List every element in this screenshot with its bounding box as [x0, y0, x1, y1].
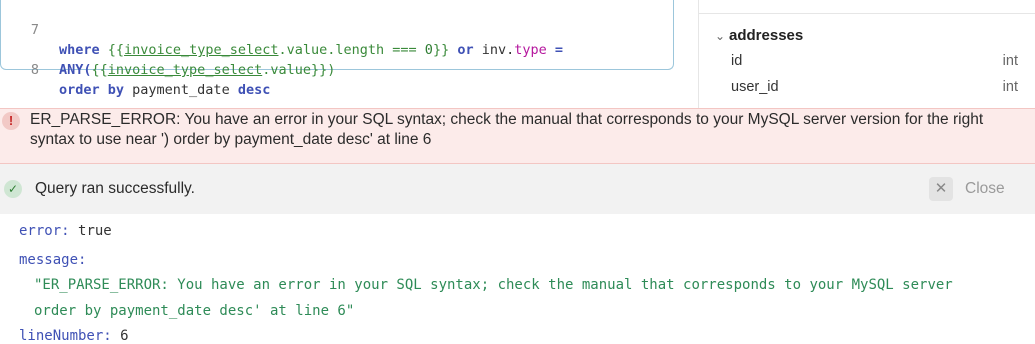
result-key: message:	[19, 252, 87, 268]
template-close: }})	[311, 62, 336, 78]
code-line-8: 8 order by payment_date desc	[1, 40, 270, 98]
template-open: {{	[107, 42, 125, 58]
column-type: int	[1002, 79, 1018, 95]
result-value: true	[78, 223, 112, 239]
identifier: type	[514, 42, 547, 58]
result-line-error: error: true	[19, 223, 112, 239]
number-literal: 0	[424, 42, 433, 58]
close-button[interactable]: Close	[965, 180, 1005, 198]
template-property: .value	[262, 62, 311, 78]
keyword: where	[59, 42, 100, 58]
check-circle-icon: ✓	[4, 180, 22, 198]
result-value: 6	[120, 328, 129, 344]
divider	[699, 13, 1035, 14]
result-string: "ER_PARSE_ERROR: You have an error in yo…	[34, 277, 953, 293]
sql-editor[interactable]: 7 where {{invoice_type_select.value.leng…	[0, 0, 674, 98]
error-banner: ! ER_PARSE_ERROR: You have an error in y…	[0, 108, 1035, 164]
table-name: addresses	[729, 27, 804, 44]
identifier: payment_date	[124, 82, 238, 98]
result-key: error:	[19, 223, 70, 239]
keyword: ANY(	[59, 62, 92, 78]
error-message: ER_PARSE_ERROR: You have an error in you…	[30, 111, 984, 148]
keyword: order by	[59, 82, 125, 98]
operator: =	[546, 42, 564, 58]
template-variable: invoice_type_select	[124, 42, 279, 58]
result-line-linenumber: lineNumber: 6	[19, 328, 129, 344]
error-icon: !	[2, 112, 20, 130]
result-key: lineNumber:	[19, 328, 112, 344]
close-icon[interactable]: ✕	[929, 177, 953, 201]
success-message: Query ran successfully.	[35, 180, 195, 197]
template-close: }}	[432, 42, 450, 58]
keyword: desc	[237, 82, 271, 98]
template-property: .value.length	[278, 42, 385, 58]
schema-panel: ⌄ addresses id int user_id int	[698, 0, 1035, 108]
identifier: inv	[481, 42, 507, 58]
schema-table-addresses[interactable]: ⌄ addresses	[715, 27, 803, 44]
code-line-7: 7 where {{invoice_type_select.value.leng…	[1, 0, 563, 58]
line-number: 8	[30, 62, 39, 78]
template-open: {{	[91, 62, 108, 78]
column-name[interactable]: id	[731, 53, 742, 69]
keyword: or	[449, 42, 482, 58]
column-type: int	[1002, 53, 1018, 69]
chevron-down-icon[interactable]: ⌄	[715, 29, 729, 43]
template-variable: invoice_type_select	[107, 62, 263, 78]
result-string: order by payment_date desc' at line 6"	[34, 303, 355, 319]
operator: ===	[384, 42, 425, 58]
code-line-wrap: ANY({{invoice_type_select.value}})	[1, 20, 335, 78]
query-result: error: true message: "ER_PARSE_ERROR: Yo…	[0, 214, 1035, 344]
column-name[interactable]: user_id	[731, 79, 779, 95]
